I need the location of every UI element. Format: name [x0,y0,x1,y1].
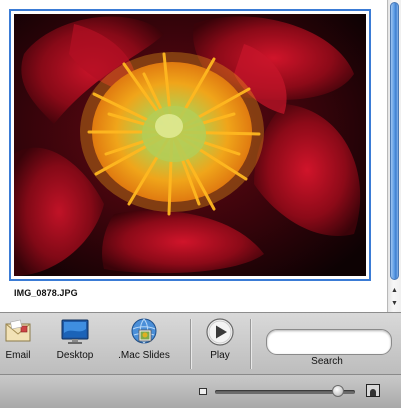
zoom-bar [0,374,401,408]
large-thumbnail-icon[interactable] [366,384,380,397]
email-button[interactable]: Email [0,317,36,361]
toolbar-divider [250,319,251,369]
play-slideshow-button[interactable]: Play [200,317,240,361]
bottom-toolbar: Email Desktop .Mac Slides Play Search [0,312,401,374]
scroll-down-arrow-icon[interactable]: ▼ [388,297,401,311]
mac-slides-button[interactable]: .Mac Slides [112,317,176,361]
email-label: Email [5,350,31,361]
photo-browser-pane: IMG_0878.JPG [0,0,387,310]
mac-slides-label: .Mac Slides [118,350,170,361]
scroll-up-arrow-icon[interactable]: ▲ [388,284,401,298]
selected-photo-thumbnail[interactable] [9,9,371,281]
desktop-button[interactable]: Desktop [46,317,104,361]
toolbar-divider [190,319,191,369]
desktop-icon [61,319,89,344]
search-label: Search [311,356,343,367]
photo-filename: IMG_0878.JPG [14,288,78,298]
envelope-icon [5,319,31,342]
small-thumbnail-icon[interactable] [199,388,207,395]
search-input[interactable] [266,329,392,355]
thumbnail-size-slider-knob[interactable] [332,385,345,397]
peony-photo [14,14,366,276]
scrollbar-thumb[interactable] [390,2,399,280]
desktop-label: Desktop [56,350,94,361]
play-icon [206,318,234,346]
play-label: Play [210,350,230,361]
vertical-scrollbar[interactable]: ▲ ▼ [387,0,401,312]
mac-slides-icon [131,318,157,344]
